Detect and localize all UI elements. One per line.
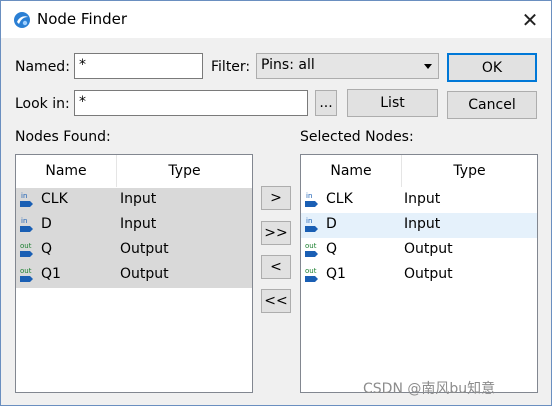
node-name: D <box>326 216 337 232</box>
column-header-type[interactable]: Type <box>117 155 252 187</box>
table-row[interactable]: in CLK Input <box>301 188 537 213</box>
table-row[interactable]: in D Input <box>301 213 537 238</box>
lookin-input[interactable]: * <box>74 90 308 116</box>
column-header-name[interactable]: Name <box>301 155 401 187</box>
svg-text:out: out <box>20 267 32 275</box>
node-type: Input <box>404 216 441 232</box>
table-row[interactable]: in CLK Input <box>16 188 252 213</box>
node-name: CLK <box>41 191 68 207</box>
add-selected-button[interactable]: > <box>261 186 291 210</box>
selected-nodes-list[interactable]: Name Type in CLK Input in D Input out Q … <box>300 154 538 393</box>
selected-nodes-label: Selected Nodes: <box>300 129 414 145</box>
output-pin-icon: out <box>20 242 33 257</box>
svg-text:in: in <box>21 217 27 225</box>
column-header-name[interactable]: Name <box>16 155 116 187</box>
node-type: Input <box>404 191 441 207</box>
node-type: Input <box>120 216 157 232</box>
input-pin-icon: in <box>20 192 33 207</box>
watermark-text: CSDN @南风bu知意 <box>363 381 496 397</box>
input-pin-icon: in <box>20 217 33 232</box>
quartus-icon <box>14 12 30 28</box>
nodes-found-label: Nodes Found: <box>15 129 111 145</box>
window-title: Node Finder <box>37 10 128 28</box>
remove-all-button[interactable]: << <box>261 289 291 313</box>
node-type: Input <box>120 191 157 207</box>
svg-text:out: out <box>305 242 317 250</box>
node-name: Q <box>41 241 53 257</box>
output-pin-icon: out <box>305 267 318 282</box>
ok-button[interactable]: OK <box>447 53 537 82</box>
remove-selected-button[interactable]: < <box>261 255 291 279</box>
lookin-label: Look in: <box>15 96 70 112</box>
node-type: Output <box>120 266 169 282</box>
output-pin-icon: out <box>305 242 318 257</box>
svg-text:out: out <box>305 267 317 275</box>
node-name: D <box>41 216 52 232</box>
cancel-button[interactable]: Cancel <box>447 91 537 119</box>
node-type: Output <box>404 266 453 282</box>
nodes-found-list[interactable]: Name Type in CLK Input in D Input out Q … <box>15 154 253 393</box>
dropdown-caret-icon <box>424 64 432 69</box>
filter-select[interactable]: Pins: all <box>256 53 439 79</box>
node-finder-window: Node Finder ✕ Named: * Filter: Pins: all… <box>0 0 552 406</box>
named-label: Named: <box>15 59 70 75</box>
column-header-type[interactable]: Type <box>402 155 537 187</box>
svg-text:in: in <box>21 192 27 200</box>
table-row[interactable]: out Q Output <box>301 238 537 263</box>
svg-text:out: out <box>20 242 32 250</box>
node-name: Q1 <box>326 266 346 282</box>
filter-label: Filter: <box>211 59 251 75</box>
node-type: Output <box>120 241 169 257</box>
node-name: Q1 <box>41 266 61 282</box>
input-pin-icon: in <box>305 192 318 207</box>
node-name: CLK <box>326 191 353 207</box>
node-type: Output <box>404 241 453 257</box>
close-icon[interactable]: ✕ <box>513 5 547 35</box>
title-bar: Node Finder ✕ <box>1 1 551 38</box>
filter-select-value: Pins: all <box>261 57 315 73</box>
browse-button[interactable]: ... <box>315 90 337 116</box>
list-button[interactable]: List <box>347 89 438 117</box>
table-row[interactable]: out Q1 Output <box>301 263 537 288</box>
table-row[interactable]: in D Input <box>16 213 252 238</box>
named-input[interactable]: * <box>74 53 203 79</box>
svg-text:in: in <box>306 192 312 200</box>
table-row[interactable]: out Q1 Output <box>16 263 252 288</box>
input-pin-icon: in <box>305 217 318 232</box>
table-row[interactable]: out Q Output <box>16 238 252 263</box>
add-all-button[interactable]: >> <box>261 221 291 245</box>
node-name: Q <box>326 241 338 257</box>
output-pin-icon: out <box>20 267 33 282</box>
svg-text:in: in <box>306 217 312 225</box>
